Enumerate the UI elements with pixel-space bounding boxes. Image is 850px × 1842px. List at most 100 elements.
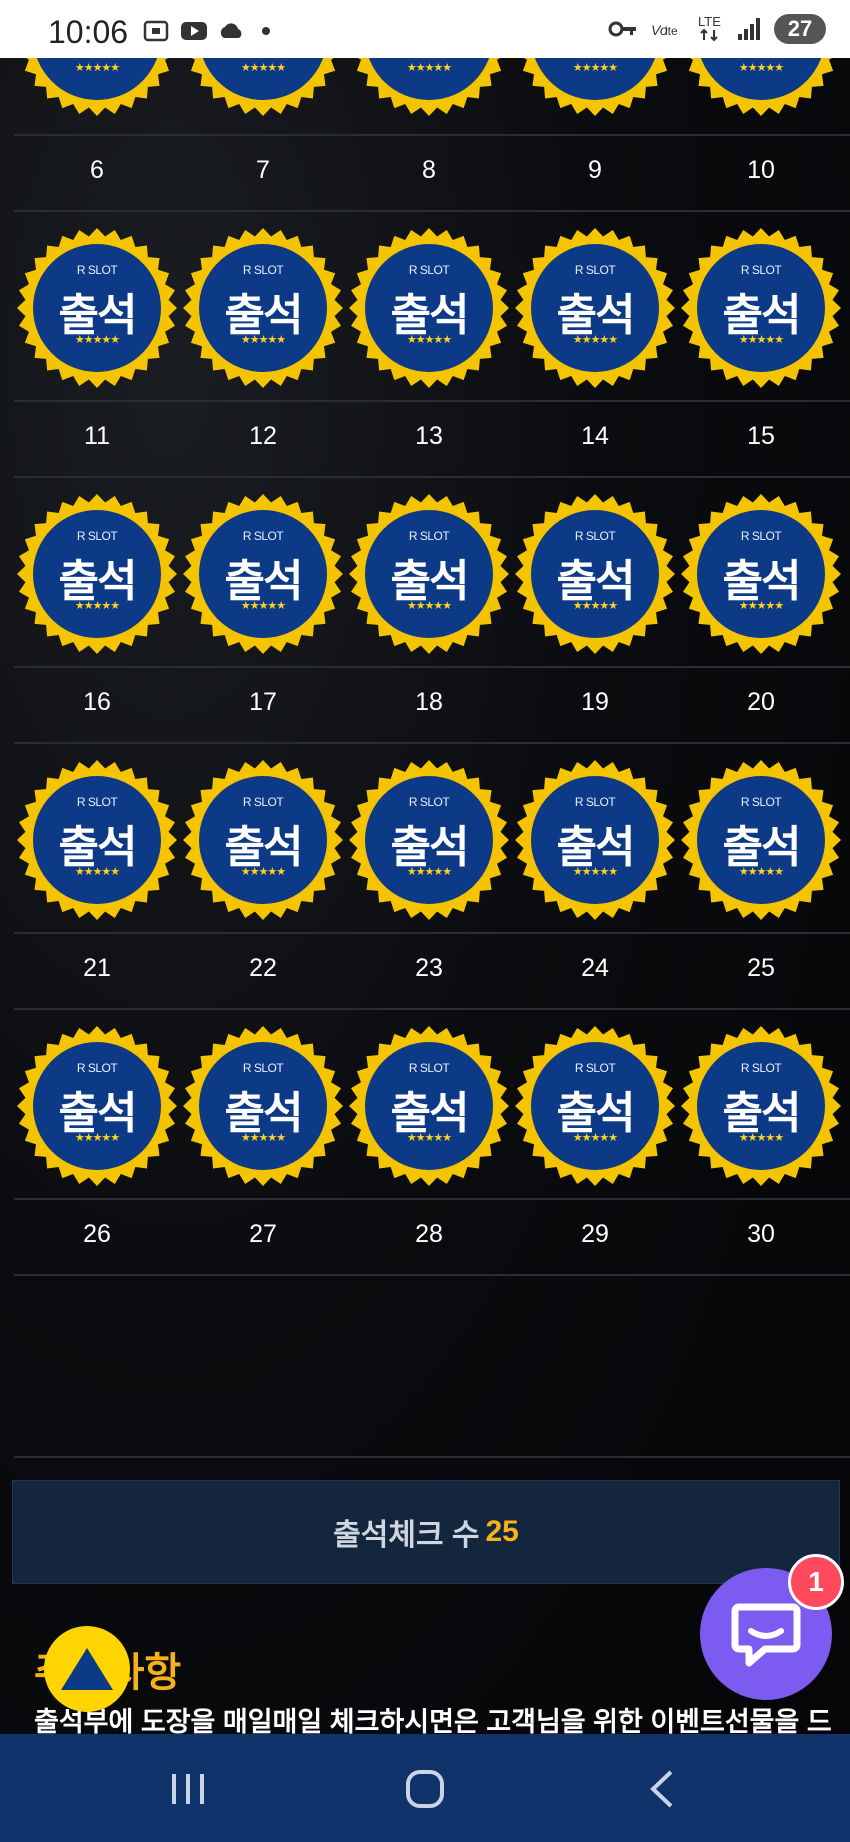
stamp-stars: ★★★★★ [738, 1132, 784, 1144]
attendance-stamp-icon: R SLOT 출석 ★★★★★ [514, 227, 676, 389]
grid-divider [14, 742, 850, 744]
attendance-stamp-icon: R SLOT 출석 ★★★★★ [348, 227, 510, 389]
day-number: 13 [415, 422, 443, 450]
grid-divider [14, 1274, 850, 1276]
stamp-stars: ★★★★★ [240, 1132, 286, 1144]
stamp-brand: R SLOT [242, 1061, 284, 1075]
svg-text:LTE: LTE [698, 14, 721, 29]
day-number: 11 [84, 422, 110, 450]
stamp-stars: ★★★★★ [572, 1132, 618, 1144]
day-number: 8 [422, 156, 436, 184]
stamp-brand: R SLOT [740, 529, 782, 543]
stamp-stars: ★★★★★ [74, 334, 120, 346]
recent-apps-button[interactable] [158, 1764, 218, 1814]
day-number: 9 [588, 156, 602, 184]
attendance-stamp-icon: ★★★★★ [348, 58, 510, 117]
stamp-stars: ★★★★★ [406, 600, 452, 612]
day-number: 10 [747, 156, 775, 184]
attendance-stamp-icon: R SLOT 출석 ★★★★★ [182, 1025, 344, 1187]
stamp-stars: ★★★★★ [240, 334, 286, 346]
attendance-stamp-icon: R SLOT 출석 ★★★★★ [680, 759, 842, 921]
day-number: 20 [747, 688, 775, 716]
stamp-stars: ★★★★★ [406, 866, 452, 878]
attendance-stamp: R SLOT 출석 ★★★★★ [512, 218, 678, 398]
day-number: 23 [415, 954, 443, 982]
attendance-stamp: R SLOT 출석 ★★★★★ [678, 1016, 844, 1196]
battery-icon: 27 [774, 14, 826, 44]
status-bar: 10:06 Vo lte LTE 27 [0, 0, 850, 58]
day-number: 24 [581, 954, 609, 982]
stamp-stars: ★★★★★ [572, 600, 618, 612]
stamp-brand: R SLOT [76, 795, 118, 809]
attendance-stamp-icon: R SLOT 출석 ★★★★★ [680, 493, 842, 655]
stamp-brand: R SLOT [408, 529, 450, 543]
day-number: 19 [581, 688, 609, 716]
attendance-stamp-icon: R SLOT 출석 ★★★★★ [514, 1025, 676, 1187]
attendance-stamp: R SLOT 출석 ★★★★★ [678, 750, 844, 930]
vpn-key-icon [608, 21, 636, 37]
day-number: 29 [581, 1220, 609, 1248]
day-number: 15 [747, 422, 775, 450]
attendance-stamp-icon: ★★★★★ [182, 58, 344, 117]
attendance-stamp: R SLOT 출석 ★★★★★ [512, 1016, 678, 1196]
day-number: 12 [249, 422, 277, 450]
day-number: 14 [581, 422, 609, 450]
attendance-stamp-icon: R SLOT 출석 ★★★★★ [514, 759, 676, 921]
chat-unread-count: 1 [808, 1566, 824, 1597]
stamp-stars: ★★★★★ [74, 866, 120, 878]
home-button[interactable] [395, 1764, 455, 1814]
attendance-stamp: R SLOT 출석 ★★★★★ [678, 484, 844, 664]
lte-icon: LTE [698, 14, 721, 42]
stamp-brand: R SLOT [574, 795, 616, 809]
attendance-stamp-icon: R SLOT 출석 ★★★★★ [16, 759, 178, 921]
stamp-brand: R SLOT [76, 1061, 118, 1075]
day-number: 18 [415, 688, 443, 716]
stamp-brand: R SLOT [740, 795, 782, 809]
grid-divider [14, 666, 850, 668]
stamp-brand: R SLOT [408, 263, 450, 277]
stamp-brand: R SLOT [574, 529, 616, 543]
attendance-stamp-icon: R SLOT 출석 ★★★★★ [348, 759, 510, 921]
day-number: 26 [83, 1220, 111, 1248]
grid-divider [14, 932, 850, 934]
stamp-stars: ★★★★★ [406, 334, 452, 346]
attendance-stamp-partial: ★★★★★ [14, 58, 180, 126]
grid-divider [14, 400, 850, 402]
attendance-stamp-icon: R SLOT 출석 ★★★★★ [182, 759, 344, 921]
attendance-stamp-icon: ★★★★★ [680, 58, 842, 117]
stamp-brand: R SLOT [76, 529, 118, 543]
attendance-stamp-partial: ★★★★★ [180, 58, 346, 126]
day-number: 6 [90, 156, 104, 184]
attendance-stamp: R SLOT 출석 ★★★★★ [180, 1016, 346, 1196]
attendance-stamp-icon: R SLOT 출석 ★★★★★ [348, 493, 510, 655]
grid-divider [14, 1008, 850, 1010]
day-number: 25 [747, 954, 775, 982]
stamp-stars: ★★★★★ [738, 334, 784, 346]
attendance-stamp-icon: ★★★★★ [514, 58, 676, 117]
attendance-count-label: 출석체크 수 [333, 1519, 480, 1552]
back-button[interactable] [633, 1764, 693, 1814]
status-icons-right: Vo lte LTE 27 [608, 14, 826, 44]
chat-bubble-icon [731, 1603, 801, 1667]
attendance-stamp: R SLOT 출석 ★★★★★ [512, 750, 678, 930]
svg-text:lte: lte [665, 24, 678, 38]
system-nav-bar [0, 1734, 850, 1842]
attendance-stamp: R SLOT 출석 ★★★★★ [346, 1016, 512, 1196]
stamp-stars: ★★★★★ [74, 62, 120, 74]
attendance-stamp: R SLOT 출석 ★★★★★ [14, 484, 180, 664]
stamp-stars: ★★★★★ [74, 600, 120, 612]
volte-icon: Volte [651, 22, 678, 38]
stamp-stars: ★★★★★ [738, 866, 784, 878]
stamp-brand: R SLOT [76, 263, 118, 277]
stamp-stars: ★★★★★ [406, 1132, 452, 1144]
stamp-stars: ★★★★★ [406, 62, 452, 74]
scroll-to-top-button[interactable] [44, 1626, 130, 1712]
cloud-icon [220, 23, 242, 38]
stamp-brand: R SLOT [574, 263, 616, 277]
day-number: 30 [747, 1220, 775, 1248]
attendance-stamp-icon: R SLOT 출석 ★★★★★ [680, 1025, 842, 1187]
signal-icon [738, 18, 760, 40]
attendance-stamp: R SLOT 출석 ★★★★★ [512, 484, 678, 664]
grid-divider [14, 1198, 850, 1200]
attendance-stamp: R SLOT 출석 ★★★★★ [14, 750, 180, 930]
